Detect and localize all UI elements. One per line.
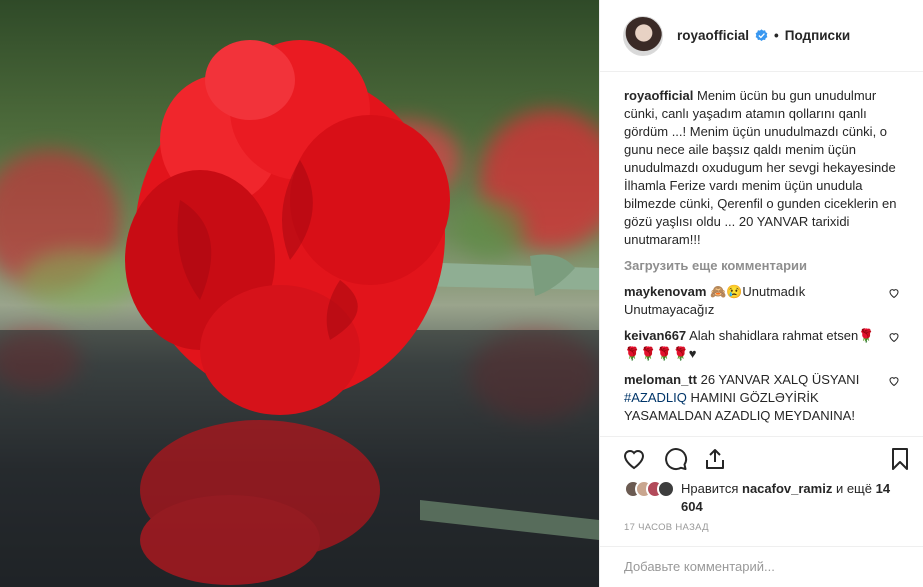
caption-username[interactable]: royaofficial (624, 88, 693, 103)
post-header: royaofficial • Подписки (600, 0, 923, 72)
comment-username[interactable]: keivan667 (624, 328, 686, 343)
heart-icon[interactable] (622, 447, 646, 471)
likes-summary: Нравится nacafov_ramiz и ещё 14 604 (624, 480, 904, 516)
comment-item: keivan667 Alah shahidlara rahmat etsen🌹🌹… (624, 327, 900, 363)
share-icon[interactable] (703, 447, 727, 471)
comment-text-before: 26 YANVAR XALQ ÜSYANI (700, 372, 860, 387)
liker-avatars[interactable] (624, 480, 675, 498)
comment-icon[interactable] (664, 447, 688, 471)
comment-username[interactable]: meloman_tt (624, 372, 697, 387)
comments-section[interactable]: royaofficial Menim ücün bu gun unudulmur… (600, 73, 923, 436)
header-separator: • (774, 28, 779, 43)
post-panel: royaofficial • Подписки royaofficial Men… (599, 0, 923, 587)
header-username[interactable]: royaofficial (677, 28, 749, 43)
post-timestamp[interactable]: 17 ЧАСОВ НАЗАД (624, 522, 709, 533)
add-comment-input[interactable] (624, 559, 900, 574)
heart-icon[interactable] (888, 375, 900, 387)
post-image[interactable] (0, 0, 599, 587)
caption-text: Menim ücün bu gun unudulmur cünki, canlı… (624, 88, 897, 247)
add-comment-bar (600, 546, 923, 587)
verified-badge-icon (755, 29, 768, 42)
load-more-comments-button[interactable]: Загрузить еще комментарии (624, 257, 900, 275)
avatar (657, 480, 675, 498)
action-bar (600, 436, 923, 480)
hashtag-link[interactable]: #AZADLIQ (624, 390, 687, 405)
comment-item: meloman_tt 26 YANVAR XALQ ÜSYANI #AZADLI… (624, 371, 900, 425)
heart-icon[interactable] (888, 331, 900, 343)
post-caption: royaofficial Menim ücün bu gun unudulmur… (624, 87, 900, 249)
likes-prefix: Нравится (681, 481, 739, 496)
likes-middle: и ещё (832, 481, 876, 496)
bookmark-icon[interactable] (888, 447, 912, 471)
carnation-illustration (0, 40, 599, 587)
avatar[interactable] (623, 15, 663, 56)
comment-item: maykenovam 🙈😢Unutmadık Unutmayacağız (624, 283, 900, 319)
following-button[interactable]: Подписки (785, 28, 850, 43)
liker-username[interactable]: nacafov_ramiz (742, 481, 832, 496)
comment-username[interactable]: maykenovam (624, 284, 706, 299)
heart-icon[interactable] (888, 287, 900, 299)
